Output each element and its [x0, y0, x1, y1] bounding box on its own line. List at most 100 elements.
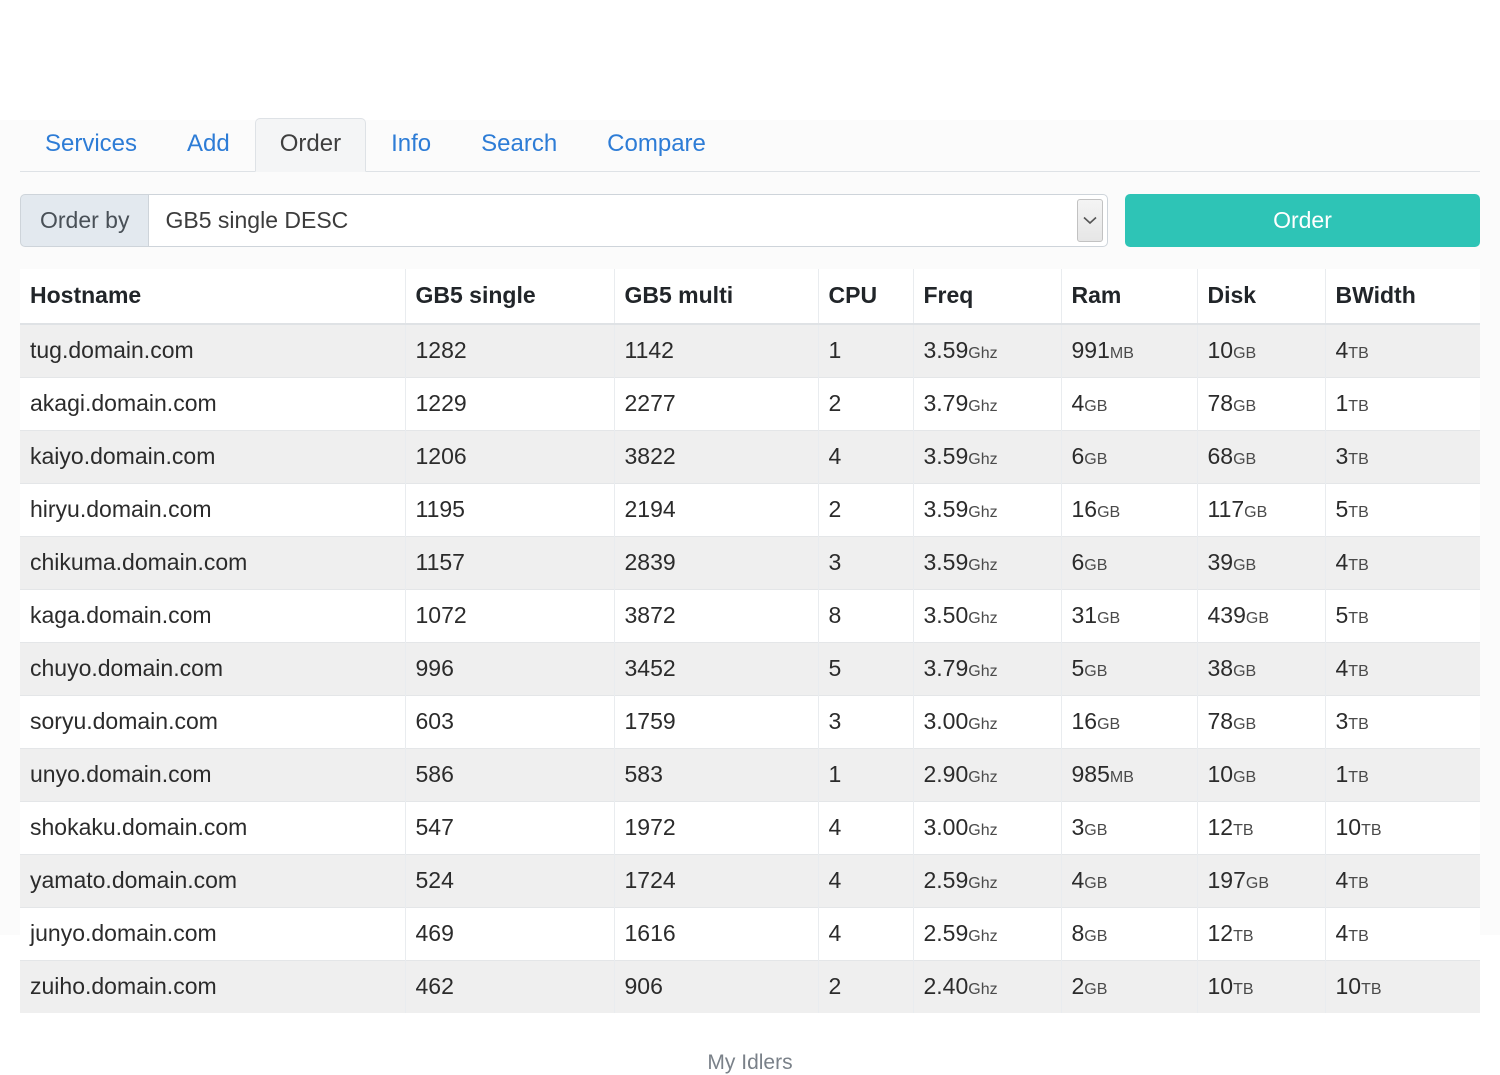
- tab-order[interactable]: Order: [254, 118, 367, 172]
- cell-ram: 4GB: [1061, 854, 1198, 908]
- cell-ram-unit: MB: [1109, 345, 1134, 362]
- cell-ram-unit: GB: [1084, 451, 1108, 468]
- cell-disk: 39GB: [1197, 536, 1326, 590]
- cell-bwidth-value: 3: [1335, 708, 1349, 734]
- main-navigation-tabs: Services Add Order Info Search Compare: [20, 118, 1480, 172]
- cell-gb5-single: 1157: [405, 536, 615, 590]
- cell-ram-value: 2: [1071, 973, 1085, 999]
- cell-gb5-single: 524: [405, 854, 615, 908]
- cell-freq-value: 3.50: [923, 602, 969, 628]
- nav-item-info[interactable]: Info: [366, 118, 456, 172]
- table-row[interactable]: soryu.domain.com 603 1759 3 3.00Ghz 16GB 78GB 3…: [20, 695, 1480, 749]
- table-row[interactable]: shokaku.domain.com 547 1972 4 3.00Ghz 3GB 12TB…: [20, 801, 1480, 855]
- cell-ram: 6GB: [1061, 536, 1198, 590]
- cell-gb5-multi: 1972: [614, 801, 819, 855]
- cell-freq-unit: Ghz: [968, 610, 998, 627]
- cell-disk: 68GB: [1197, 430, 1326, 484]
- cell-freq: 2.40Ghz: [913, 960, 1062, 1013]
- cell-freq: 2.90Ghz: [913, 748, 1062, 802]
- table-row[interactable]: unyo.domain.com 586 583 1 2.90Ghz 985MB 10GB 1T…: [20, 748, 1480, 802]
- cell-gb5-single: 996: [405, 642, 615, 696]
- order-by-select[interactable]: GB5 single DESC: [148, 194, 1108, 247]
- tab-services[interactable]: Services: [20, 118, 162, 172]
- cell-ram-value: 16: [1071, 708, 1098, 734]
- cell-gb5-multi: 2277: [614, 377, 819, 431]
- cell-disk: 10GB: [1197, 748, 1326, 802]
- table-row[interactable]: kaiyo.domain.com 1206 3822 4 3.59Ghz 6GB 68GB 3…: [20, 430, 1480, 484]
- column-header-disk: Disk: [1197, 269, 1326, 325]
- cell-bwidth: 3TB: [1325, 430, 1480, 484]
- cell-ram: 16GB: [1061, 695, 1198, 749]
- cell-disk-value: 68: [1207, 443, 1234, 469]
- cell-freq-unit: Ghz: [968, 557, 998, 574]
- nav-item-search[interactable]: Search: [456, 118, 582, 172]
- table-row[interactable]: kaga.domain.com 1072 3872 8 3.50Ghz 31GB 439GB…: [20, 589, 1480, 643]
- cell-bwidth-value: 10: [1335, 814, 1362, 840]
- cell-freq: 2.59Ghz: [913, 907, 1062, 961]
- nav-item-order[interactable]: Order: [254, 118, 367, 172]
- order-controls-row: Order by GB5 single DESC Order: [20, 194, 1480, 247]
- cell-gb5-single: 586: [405, 748, 615, 802]
- table-row[interactable]: junyo.domain.com 469 1616 4 2.59Ghz 8GB 12TB 4T…: [20, 907, 1480, 961]
- table-row[interactable]: yamato.domain.com 524 1724 4 2.59Ghz 4GB 197GB…: [20, 854, 1480, 908]
- cell-gb5-multi: 2839: [614, 536, 819, 590]
- cell-cpu: 3: [818, 536, 914, 590]
- column-header-cpu: CPU: [818, 269, 914, 325]
- cell-disk-value: 39: [1207, 549, 1234, 575]
- cell-hostname: tug.domain.com: [20, 323, 406, 378]
- cell-ram-unit: GB: [1084, 928, 1108, 945]
- cell-cpu: 2: [818, 960, 914, 1013]
- cell-bwidth-value: 1: [1335, 761, 1349, 787]
- cell-ram: 4GB: [1061, 377, 1198, 431]
- nav-item-add[interactable]: Add: [162, 118, 255, 172]
- cell-hostname: yamato.domain.com: [20, 854, 406, 908]
- cell-ram-value: 4: [1071, 390, 1085, 416]
- cell-freq-value: 3.59: [923, 496, 969, 522]
- cell-bwidth: 5TB: [1325, 483, 1480, 537]
- cell-freq-unit: Ghz: [968, 398, 998, 415]
- cell-cpu: 1: [818, 323, 914, 378]
- cell-freq: 3.00Ghz: [913, 695, 1062, 749]
- order-submit-button[interactable]: Order: [1125, 194, 1480, 247]
- cell-freq-value: 3.00: [923, 814, 969, 840]
- cell-bwidth-unit: TB: [1348, 769, 1369, 786]
- cell-ram-value: 8: [1071, 920, 1085, 946]
- cell-bwidth-value: 1: [1335, 390, 1349, 416]
- cell-freq: 3.59Ghz: [913, 483, 1062, 537]
- table-row[interactable]: hiryu.domain.com 1195 2194 2 3.59Ghz 16GB 117G…: [20, 483, 1480, 537]
- cell-bwidth-unit: TB: [1348, 345, 1369, 362]
- cell-hostname: hiryu.domain.com: [20, 483, 406, 537]
- cell-freq-value: 2.90: [923, 761, 969, 787]
- tab-add[interactable]: Add: [162, 118, 255, 172]
- cell-bwidth-unit: TB: [1348, 928, 1369, 945]
- servers-table: Hostname GB5 single GB5 multi CPU Freq Ram Dis…: [20, 269, 1480, 1013]
- tab-info[interactable]: Info: [366, 118, 456, 172]
- cell-cpu: 4: [818, 854, 914, 908]
- cell-freq: 3.79Ghz: [913, 377, 1062, 431]
- table-row[interactable]: akagi.domain.com 1229 2277 2 3.79Ghz 4GB 78GB 1…: [20, 377, 1480, 431]
- cell-bwidth-unit: TB: [1348, 875, 1369, 892]
- cell-gb5-single: 1195: [405, 483, 615, 537]
- chevron-down-icon[interactable]: [1077, 199, 1103, 242]
- cell-ram-value: 3: [1071, 814, 1085, 840]
- tab-compare[interactable]: Compare: [582, 118, 731, 172]
- table-row[interactable]: chuyo.domain.com 996 3452 5 3.79Ghz 5GB 38GB 4T…: [20, 642, 1480, 696]
- nav-item-compare[interactable]: Compare: [582, 118, 731, 172]
- cell-bwidth: 1TB: [1325, 748, 1480, 802]
- cell-gb5-single: 1206: [405, 430, 615, 484]
- cell-freq-value: 3.59: [923, 443, 969, 469]
- cell-bwidth: 4TB: [1325, 536, 1480, 590]
- cell-hostname: unyo.domain.com: [20, 748, 406, 802]
- cell-freq-unit: Ghz: [968, 769, 998, 786]
- cell-ram-unit: GB: [1084, 663, 1108, 680]
- cell-gb5-multi: 1616: [614, 907, 819, 961]
- cell-disk: 78GB: [1197, 377, 1326, 431]
- table-row[interactable]: chikuma.domain.com 1157 2839 3 3.59Ghz 6GB 39G…: [20, 536, 1480, 590]
- table-row[interactable]: zuiho.domain.com 462 906 2 2.40Ghz 2GB 10TB 10T…: [20, 960, 1480, 1013]
- table-row[interactable]: tug.domain.com 1282 1142 1 3.59Ghz 991MB 10GB 4…: [20, 323, 1480, 378]
- cell-hostname: kaiyo.domain.com: [20, 430, 406, 484]
- tab-search[interactable]: Search: [456, 118, 582, 172]
- cell-bwidth-value: 5: [1335, 496, 1349, 522]
- nav-item-services[interactable]: Services: [20, 118, 162, 172]
- cell-freq-value: 2.59: [923, 920, 969, 946]
